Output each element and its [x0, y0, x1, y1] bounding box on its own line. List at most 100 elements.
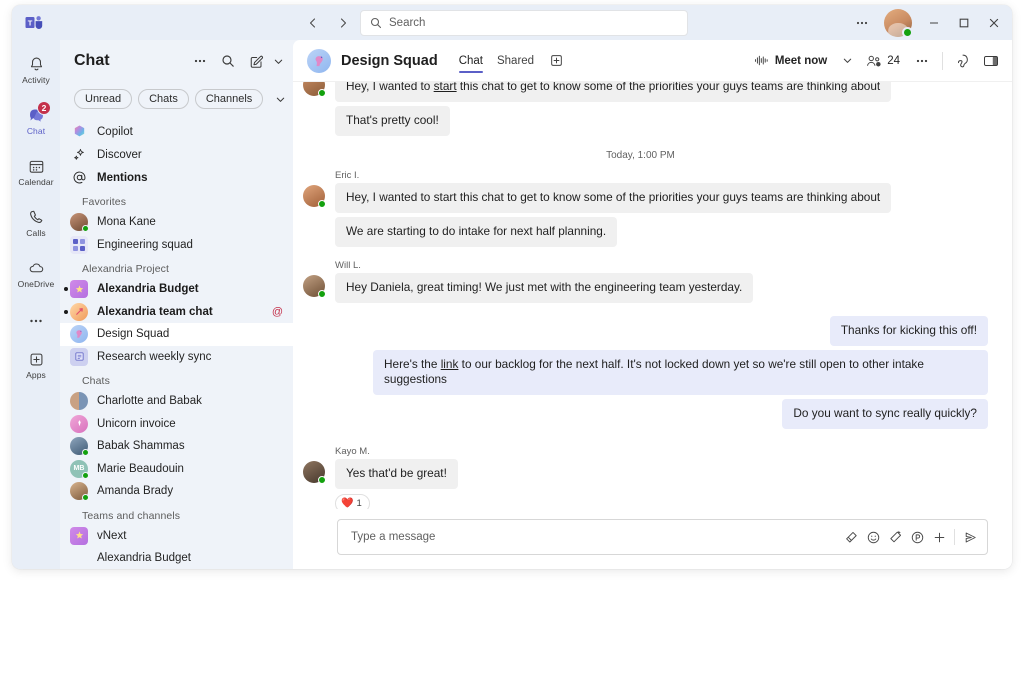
list-item-alexandria-team-chat[interactable]: Alexandria team chat @ — [60, 301, 293, 324]
message-reaction[interactable]: ❤️ 1 — [335, 494, 370, 509]
avatar — [70, 236, 88, 254]
message-input[interactable]: Type a message — [351, 531, 840, 543]
chevron-down-icon[interactable] — [271, 48, 285, 74]
list-item-label: Mentions — [97, 172, 147, 184]
plus-icon[interactable] — [928, 524, 950, 550]
message-sender: Will L. — [335, 260, 988, 271]
list-item-vnext[interactable]: vNext — [60, 525, 293, 548]
message-bubble: Hey, I wanted to start this chat to get … — [335, 183, 891, 213]
title-bar: T Search — [12, 5, 1012, 40]
forward-button[interactable] — [330, 10, 356, 36]
meet-now-button[interactable]: Meet now — [746, 48, 835, 74]
rail-item-label: OneDrive — [18, 279, 55, 289]
avatar[interactable] — [884, 9, 912, 37]
chevron-down-icon[interactable] — [837, 48, 857, 74]
avatar — [303, 82, 325, 96]
list-item-research-weekly-sync[interactable]: Research weekly sync — [60, 346, 293, 369]
participants-button[interactable]: 24 — [859, 48, 907, 74]
list-item-design-squad[interactable]: Design Squad — [60, 323, 293, 346]
plus-box-icon[interactable] — [545, 50, 567, 72]
filter-channels[interactable]: Channels — [195, 89, 263, 109]
more-horizontal-icon[interactable] — [187, 48, 213, 74]
format-icon[interactable] — [840, 524, 862, 550]
list-item-channel-alexandria-budget[interactable]: Alexandria Budget — [60, 547, 293, 569]
sparkle-icon — [70, 147, 88, 162]
list-item-marie-beaudouin[interactable]: MB Marie Beaudouin — [60, 458, 293, 481]
list-item-discover[interactable]: Discover — [60, 143, 293, 166]
avatar — [70, 392, 88, 410]
group-label-chats: Chats — [60, 368, 293, 390]
copilot-icon — [70, 124, 88, 139]
maximize-icon[interactable] — [950, 10, 978, 36]
chat-list-scroll[interactable]: Copilot Discover Mentions Favorites — [60, 120, 293, 569]
list-item-label: Marie Beaudouin — [97, 463, 184, 475]
list-item-babak-shammas[interactable]: Babak Shammas — [60, 435, 293, 458]
more-horizontal-icon[interactable] — [848, 10, 876, 36]
loop-icon[interactable] — [906, 524, 928, 550]
group-label-teams-and-channels: Teams and channels — [60, 503, 293, 525]
rail-item-chat[interactable]: 2 Chat — [12, 97, 60, 145]
list-item-label: Copilot — [97, 126, 133, 138]
search-icon — [370, 17, 382, 29]
minimize-icon[interactable] — [920, 10, 948, 36]
list-item-amanda-brady[interactable]: Amanda Brady — [60, 480, 293, 503]
more-horizontal-icon[interactable] — [28, 301, 44, 341]
compose-area: Type a message — [293, 509, 1012, 569]
message-link[interactable]: link — [441, 357, 459, 371]
open-panel-icon[interactable] — [978, 48, 1004, 74]
reaction-count: 1 — [356, 498, 361, 509]
emoji-icon[interactable] — [862, 524, 884, 550]
message-avatar-column — [293, 459, 335, 483]
apps-plus-icon — [27, 350, 46, 369]
tab-chat[interactable]: Chat — [452, 47, 490, 75]
list-item-mona-kane[interactable]: Mona Kane — [60, 211, 293, 234]
message-sender: Kayo M. — [335, 446, 988, 457]
rail-item-label: Calendar — [18, 177, 53, 187]
teams-logo-icon: T — [22, 11, 46, 35]
copilot-outline-icon[interactable] — [950, 48, 976, 74]
cloud-icon — [27, 259, 46, 278]
list-item-charlotte-and-babak[interactable]: Charlotte and Babak — [60, 390, 293, 413]
list-item-unicorn-invoice[interactable]: Unicorn invoice — [60, 413, 293, 436]
rail-item-label: Chat — [27, 126, 45, 136]
list-item-engineering-squad[interactable]: Engineering squad — [60, 234, 293, 257]
message-link[interactable]: start — [434, 82, 457, 93]
filter-unread[interactable]: Unread — [74, 89, 132, 109]
chevron-down-icon[interactable] — [275, 86, 286, 112]
close-icon[interactable] — [980, 10, 1008, 36]
message-list[interactable]: Hey, I wanted to start this chat to get … — [293, 82, 1012, 509]
compose-box[interactable]: Type a message — [337, 519, 988, 555]
group-label-favorites: Favorites — [60, 189, 293, 211]
avatar — [303, 185, 325, 207]
presence-indicator — [318, 476, 326, 484]
list-item-label: Mona Kane — [97, 216, 156, 228]
message-bubble: Yes that'd be great! — [335, 459, 458, 489]
search-icon[interactable] — [215, 48, 241, 74]
search-input[interactable]: Search — [389, 17, 425, 29]
rail-item-calls[interactable]: Calls — [12, 199, 60, 247]
search-bar[interactable]: Search — [360, 10, 688, 36]
conversation-header-actions: Meet now 24 — [746, 48, 1004, 74]
back-button[interactable] — [300, 10, 326, 36]
rail-item-calendar[interactable]: Calendar — [12, 148, 60, 196]
message-sender: Eric I. — [335, 170, 988, 181]
send-icon[interactable] — [959, 524, 981, 550]
list-item-mentions[interactable]: Mentions — [60, 166, 293, 189]
sticker-icon[interactable] — [884, 524, 906, 550]
tab-shared[interactable]: Shared — [490, 47, 541, 75]
list-item-label: Design Squad — [97, 328, 169, 340]
list-item-copilot[interactable]: Copilot — [60, 120, 293, 143]
list-item-alexandria-budget[interactable]: Alexandria Budget — [60, 278, 293, 301]
compose-icon[interactable] — [243, 48, 269, 74]
group-label-alexandria-project: Alexandria Project — [60, 256, 293, 278]
conversation-title: Design Squad — [341, 53, 438, 69]
rail-item-onedrive[interactable]: OneDrive — [12, 250, 60, 298]
presence-indicator — [82, 449, 89, 456]
rail-item-activity[interactable]: Activity — [12, 46, 60, 94]
more-horizontal-icon[interactable] — [909, 48, 935, 74]
window-controls-group — [848, 9, 1012, 37]
conversation-header: Design Squad Chat Shared Meet now — [293, 40, 1012, 82]
filter-chats[interactable]: Chats — [138, 89, 189, 109]
message-text: Here's the — [384, 357, 441, 371]
rail-item-apps[interactable]: Apps — [12, 341, 60, 389]
